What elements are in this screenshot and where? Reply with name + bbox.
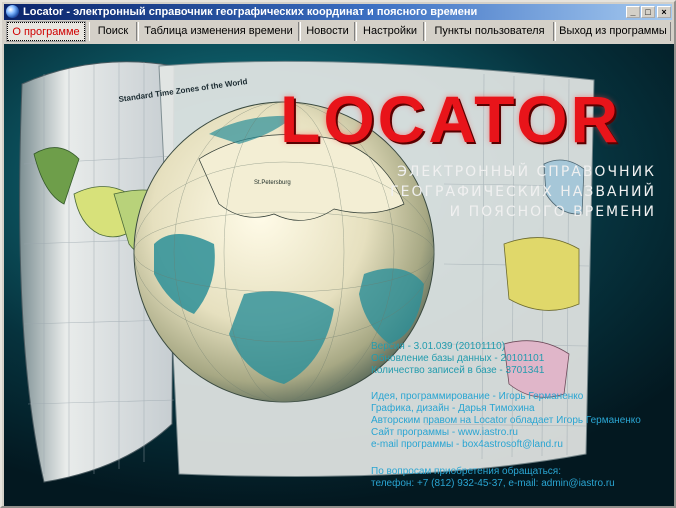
product-subtitle: ЭЛЕКТРОННЫЙ СПРАВОЧНИК ГЕОГРАФИЧЕСКИХ НА… xyxy=(390,162,656,222)
map-land-right xyxy=(503,237,580,311)
menu-bar: О программе Поиск Таблица изменения врем… xyxy=(4,21,672,43)
credits-line: Авторским правом на Locator обладает Иго… xyxy=(371,415,641,426)
subtitle-line: ГЕОГРАФИЧЕСКИХ НАЗВАНИЙ xyxy=(390,184,656,200)
purchase-contact-info: По вопросам приобретения обращаться: тел… xyxy=(371,466,615,490)
globe-app-icon[interactable] xyxy=(6,5,19,18)
contact-line[interactable]: телефон: +7 (812) 932-45-37, e-mail: adm… xyxy=(371,478,615,490)
subtitle-line: И ПОЯСНОГО ВРЕМЕНИ xyxy=(449,204,656,220)
version-line: Версия - 3.01.039 (20101110) xyxy=(371,341,506,352)
subtitle-line: ЭЛЕКТРОННЫЙ СПРАВОЧНИК xyxy=(397,164,656,180)
email-line[interactable]: e-mail программы - box4astrosoft@land.ru xyxy=(371,439,641,451)
tab-news[interactable]: Новости xyxy=(300,22,355,41)
tab-search[interactable]: Поиск xyxy=(89,22,137,41)
tab-user-points[interactable]: Пункты пользователя xyxy=(425,22,554,41)
tab-about[interactable]: О программе xyxy=(6,21,86,42)
minimize-button[interactable]: _ xyxy=(626,6,640,18)
contact-heading: По вопросам приобретения обращаться: xyxy=(371,466,561,477)
records-count-line: Количество записей в базе - 3701341 xyxy=(371,365,545,376)
version-info: Версия - 3.01.039 (20101110) Обновление … xyxy=(371,341,544,377)
tab-time-change-table[interactable]: Таблица изменения времени xyxy=(138,22,299,41)
tab-settings[interactable]: Настройки xyxy=(356,22,424,41)
about-panel: Standard Time Zones of the World St.Pete… xyxy=(4,44,674,506)
close-button[interactable]: × xyxy=(657,6,671,18)
credits-info: Идея, программирование - Игорь Германенк… xyxy=(371,391,641,451)
credits-line: Графика, дизайн - Дарья Тимохина xyxy=(371,403,535,414)
db-update-line: Обновление базы данных - 20101101 xyxy=(371,353,545,364)
product-logo: LOCATOR xyxy=(280,82,622,156)
tab-exit[interactable]: Выход из программы xyxy=(555,22,671,41)
title-bar[interactable]: Locator - электронный справочник географ… xyxy=(4,4,672,20)
app-window: Locator - электронный справочник географ… xyxy=(0,0,676,508)
credits-line: Идея, программирование - Игорь Германенк… xyxy=(371,391,584,402)
window-title: Locator - электронный справочник географ… xyxy=(23,6,478,18)
website-line[interactable]: Сайт программы - www.iastro.ru xyxy=(371,427,641,439)
globe-city-label: St.Petersburg xyxy=(254,180,291,186)
maximize-button[interactable]: □ xyxy=(641,6,655,18)
